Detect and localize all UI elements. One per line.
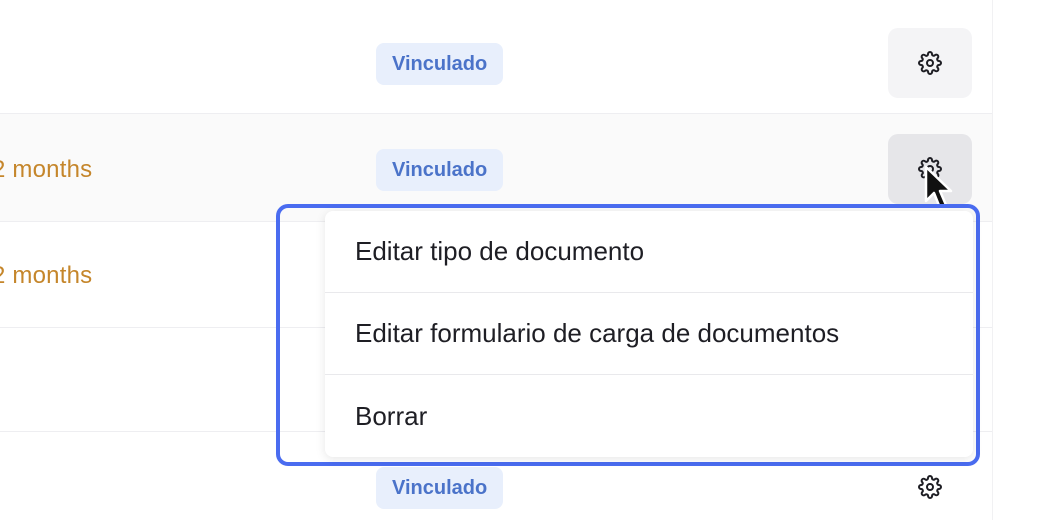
right-gutter: [992, 0, 1058, 520]
status-badge: Vinculado: [376, 467, 504, 509]
table-row: Vinculado: [0, 0, 992, 114]
menu-item-edit-upload-form[interactable]: Editar formulario de carga de documentos: [325, 293, 973, 375]
row-settings-button[interactable]: [888, 28, 972, 98]
gear-icon: [918, 51, 942, 75]
status-badge: Vinculado: [376, 43, 504, 85]
document-types-page: Vinculado 2 months Vinculado 2 months Vi…: [0, 0, 1058, 520]
gear-icon: [918, 475, 942, 499]
menu-item-edit-document-type[interactable]: Editar tipo de documento: [325, 211, 973, 293]
updated-date: 2 months: [0, 156, 93, 183]
menu-item-delete[interactable]: Borrar: [325, 375, 973, 457]
updated-date: 2 months: [0, 262, 93, 289]
row-actions-menu: Editar tipo de documento Editar formular…: [325, 211, 973, 457]
status-badge: Vinculado: [376, 149, 504, 191]
